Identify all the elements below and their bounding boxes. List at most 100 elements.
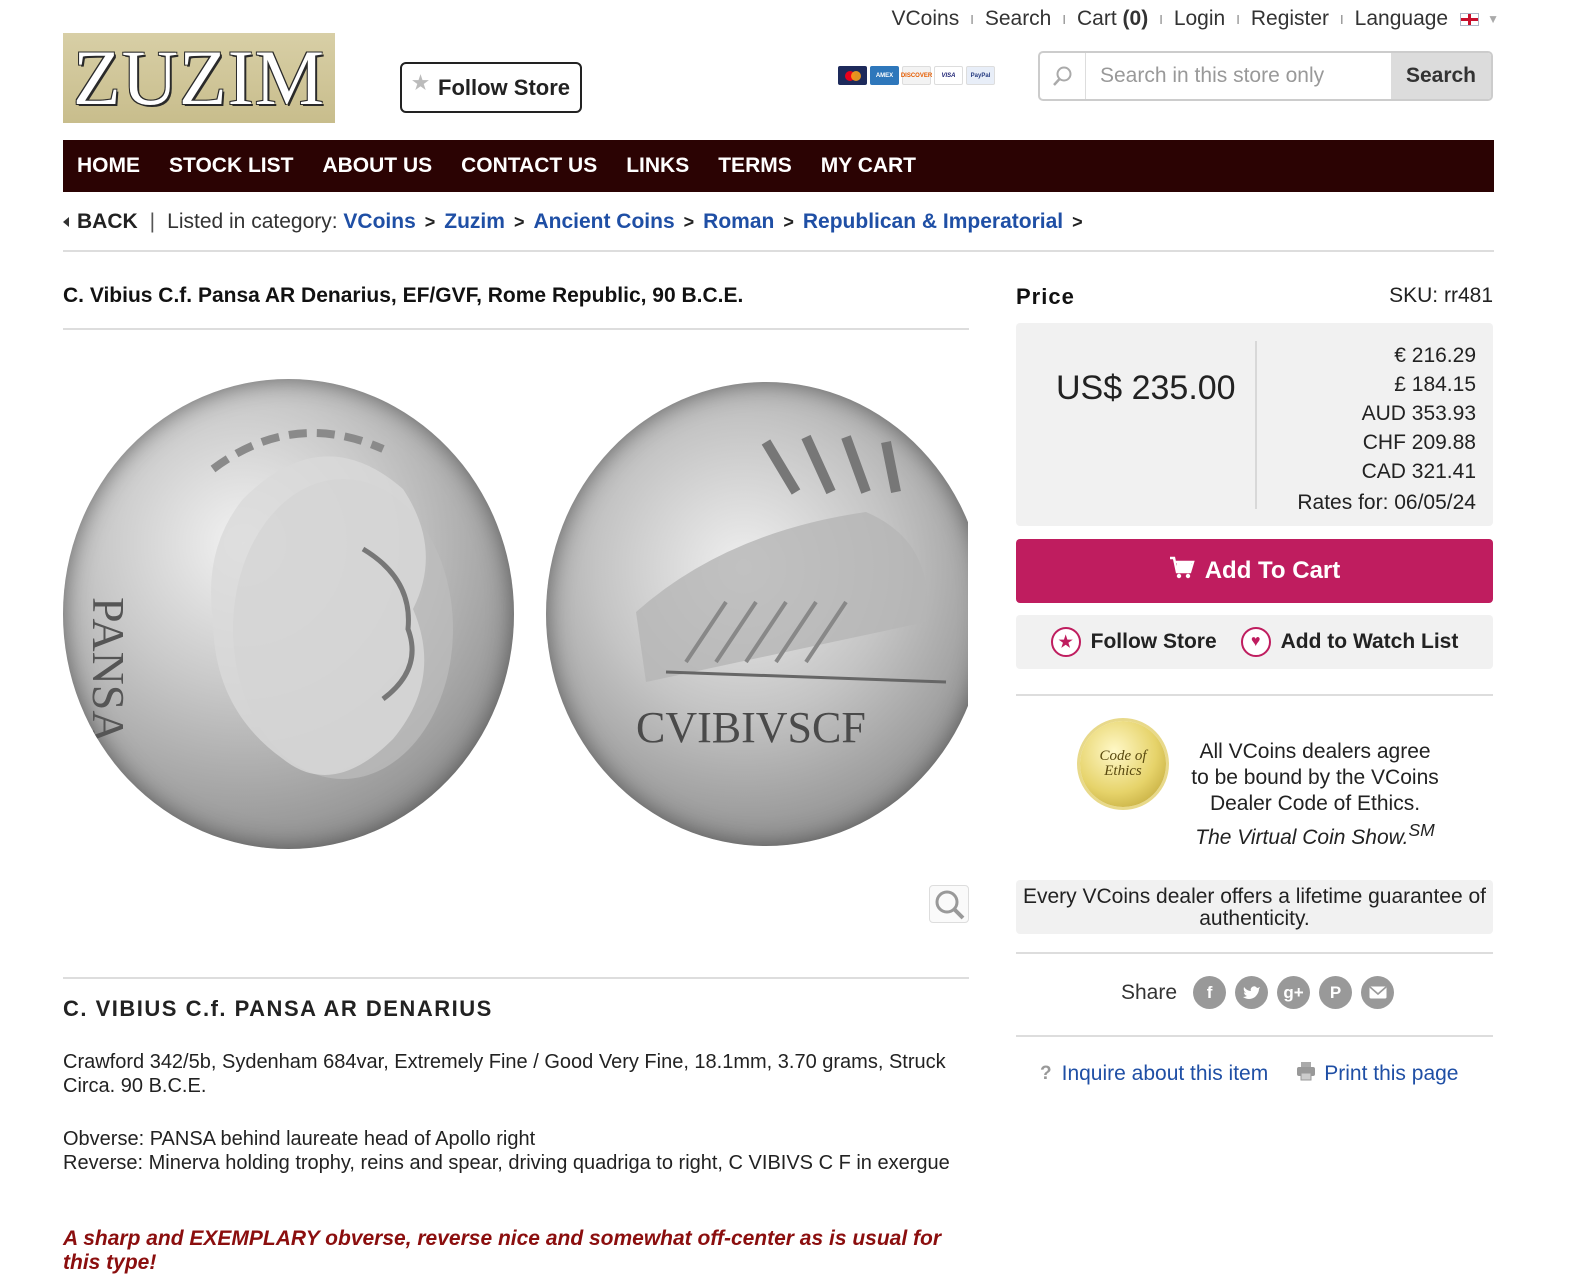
ethics-sm: SM bbox=[1408, 820, 1435, 840]
search-link[interactable]: Search bbox=[985, 7, 1052, 31]
store-search: Search bbox=[1038, 51, 1493, 101]
chevron-down-icon[interactable]: ▼ bbox=[1487, 12, 1499, 26]
heart-icon: ♥ bbox=[1240, 627, 1271, 657]
crumb-republican[interactable]: Republican & Imperatorial bbox=[803, 210, 1063, 234]
obverse-text: Obverse: PANSA behind laureate head of A… bbox=[63, 1128, 536, 1150]
converted-prices: € 216.29 £ 184.15 AUD 353.93 CHF 209.88 … bbox=[1297, 341, 1476, 517]
sku: SKU: rr481 bbox=[1389, 284, 1493, 307]
nav-home[interactable]: HOME bbox=[77, 154, 140, 178]
twitter-icon[interactable] bbox=[1235, 976, 1269, 1009]
register-link[interactable]: Register bbox=[1251, 7, 1329, 31]
payment-cards: AMEX DISCOVER VISA PayPal bbox=[838, 66, 995, 85]
back-link[interactable]: BACK bbox=[63, 210, 138, 234]
price-divider bbox=[1255, 341, 1257, 509]
listed-label: Listed in category: bbox=[167, 210, 338, 233]
chevron-right-icon: > bbox=[513, 211, 525, 232]
amex-icon: AMEX bbox=[870, 66, 899, 85]
breadcrumb: BACK | Listed in category: VCoins > Zuzi… bbox=[63, 210, 1092, 234]
divider bbox=[1016, 952, 1493, 954]
facebook-icon[interactable]: f bbox=[1193, 976, 1227, 1009]
cart-link[interactable]: Cart (0) bbox=[1077, 7, 1148, 31]
visa-icon: VISA bbox=[934, 66, 963, 85]
print-link[interactable]: Print this page bbox=[1324, 1062, 1458, 1086]
separator: I bbox=[1159, 11, 1163, 27]
divider bbox=[1016, 694, 1493, 696]
crumb-zuzim[interactable]: Zuzim bbox=[444, 210, 505, 234]
price-box: US$ 235.00 € 216.29 £ 184.15 AUD 353.93 … bbox=[1016, 323, 1493, 526]
email-icon[interactable] bbox=[1361, 976, 1395, 1009]
price-eur: € 216.29 bbox=[1394, 344, 1476, 367]
add-to-cart-button[interactable]: Add To Cart bbox=[1016, 539, 1493, 603]
discover-icon: DISCOVER bbox=[901, 66, 932, 85]
follow-store-action-label: Follow Store bbox=[1090, 630, 1217, 653]
chevron-right-icon: > bbox=[1072, 211, 1083, 232]
follow-store-button[interactable]: ★ Follow Store bbox=[400, 62, 582, 113]
store-actions: ★ Follow Store ♥ Add to Watch List bbox=[1016, 615, 1493, 669]
mastercard-icon bbox=[838, 66, 867, 85]
main-price: US$ 235.00 bbox=[1056, 369, 1236, 407]
cart-icon bbox=[1169, 556, 1195, 587]
login-link[interactable]: Login bbox=[1174, 7, 1225, 31]
question-icon: ? bbox=[1040, 1063, 1052, 1084]
add-to-cart-label: Add To Cart bbox=[1204, 557, 1341, 584]
google-plus-icon[interactable]: g+ bbox=[1277, 976, 1311, 1009]
follow-store-label: Follow Store bbox=[438, 74, 571, 100]
nav-links[interactable]: LINKS bbox=[626, 154, 689, 178]
separator: | bbox=[149, 210, 156, 233]
nav-contact-us[interactable]: CONTACT US bbox=[461, 154, 597, 178]
search-input[interactable] bbox=[1086, 64, 1391, 88]
description-note: A sharp and EXEMPLARY obverse, reverse n… bbox=[63, 1227, 942, 1274]
divider bbox=[1016, 1035, 1493, 1037]
watch-list-action[interactable]: ♥ Add to Watch List bbox=[1240, 627, 1459, 657]
nav-my-cart[interactable]: MY CART bbox=[821, 154, 916, 178]
zoom-icon[interactable] bbox=[929, 885, 969, 923]
inquire-link[interactable]: Inquire about this item bbox=[1062, 1062, 1269, 1086]
nav-about-us[interactable]: ABOUT US bbox=[322, 154, 432, 178]
nav-stock-list[interactable]: STOCK LIST bbox=[169, 154, 293, 178]
watch-list-label: Add to Watch List bbox=[1280, 630, 1459, 653]
separator: I bbox=[970, 11, 974, 27]
seal-line-1: Code of bbox=[1099, 748, 1147, 764]
price-heading: Price bbox=[1016, 284, 1075, 309]
coin-reverse-legend: CVIBIVSCF bbox=[636, 703, 866, 752]
search-button[interactable]: Search bbox=[1391, 53, 1491, 99]
share-label: Share bbox=[1121, 980, 1178, 1004]
price-aud: AUD 353.93 bbox=[1361, 402, 1476, 425]
separator: I bbox=[1340, 11, 1344, 27]
search-icon bbox=[1040, 53, 1086, 99]
star-icon: ★ bbox=[1050, 627, 1081, 657]
price-gbp: £ 184.15 bbox=[1394, 373, 1476, 396]
price-cad: CAD 321.41 bbox=[1361, 460, 1476, 483]
seal-text: Code of Ethics bbox=[1099, 749, 1146, 779]
item-links: ? Inquire about this item Print this pag… bbox=[1040, 1061, 1458, 1087]
follow-store-action[interactable]: ★ Follow Store bbox=[1050, 627, 1217, 657]
cart-label: Cart bbox=[1077, 7, 1117, 30]
description-heading: C. VIBIUS C.f. PANSA AR DENARIUS bbox=[63, 996, 493, 1021]
separator: I bbox=[1236, 11, 1240, 27]
description-catalog: Crawford 342/5b, Sydenham 684var, Extrem… bbox=[63, 1051, 946, 1097]
ethics-statement: All VCoins dealers agree to be bound by … bbox=[1190, 739, 1440, 851]
reverse-text: Reverse: Minerva holding trophy, reins a… bbox=[63, 1152, 950, 1174]
product-title: C. Vibius C.f. Pansa AR Denarius, EF/GVF… bbox=[63, 284, 744, 307]
divider bbox=[63, 328, 969, 330]
nav-terms[interactable]: TERMS bbox=[718, 154, 792, 178]
chevron-right-icon: > bbox=[424, 211, 436, 232]
ethics-tagline: The Virtual Coin Show. bbox=[1195, 826, 1409, 849]
ethics-text: All VCoins dealers agree to be bound by … bbox=[1191, 740, 1439, 815]
divider bbox=[63, 250, 1494, 252]
crumb-ancient-coins[interactable]: Ancient Coins bbox=[533, 210, 674, 234]
crumb-vcoins[interactable]: VCoins bbox=[343, 210, 415, 234]
pinterest-icon[interactable]: P bbox=[1319, 976, 1353, 1009]
store-logo[interactable]: ZUZIM bbox=[63, 33, 335, 123]
uk-flag-icon[interactable] bbox=[1460, 12, 1480, 26]
seal-line-2: Ethics bbox=[1104, 763, 1142, 779]
coin-obverse-image[interactable]: PANSA bbox=[63, 379, 514, 849]
description-sides: Obverse: PANSA behind laureate head of A… bbox=[63, 1127, 963, 1175]
star-icon: ★ bbox=[411, 73, 430, 94]
image-crop-mask bbox=[968, 370, 998, 860]
vcoins-link[interactable]: VCoins bbox=[892, 7, 960, 31]
crumb-roman[interactable]: Roman bbox=[703, 210, 774, 234]
coin-reverse-image[interactable]: CVIBIVSCF bbox=[546, 382, 986, 846]
language-selector[interactable]: Language bbox=[1355, 7, 1448, 31]
main-nav: HOME STOCK LIST ABOUT US CONTACT US LINK… bbox=[63, 140, 1494, 192]
